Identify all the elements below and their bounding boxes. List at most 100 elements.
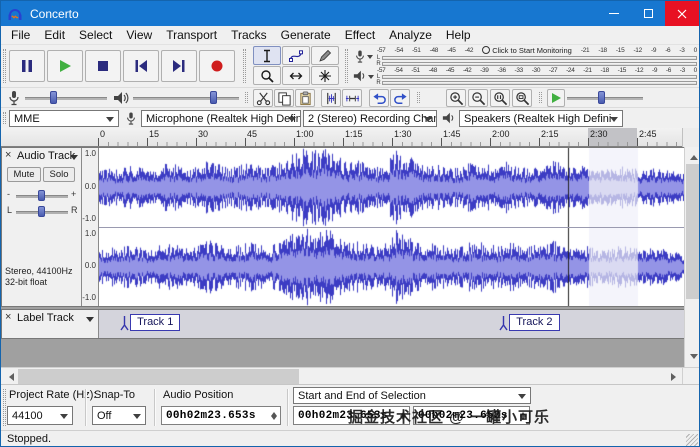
selection-tool-button[interactable] [253,46,281,65]
timeline-ruler[interactable]: 0 15 30 45 1:00 1:15 1:30 1:45 2:00 2:15 2:30 2:45 [1,128,699,147]
undo-button[interactable] [369,89,389,107]
label-track-menu-arrow-icon[interactable] [86,317,94,326]
recording-volume-thumb[interactable] [50,91,57,104]
audio-track-menu-arrow-icon[interactable] [70,155,78,164]
waveform-channel-2[interactable] [99,228,685,306]
audio-host-select[interactable]: MME [9,110,119,127]
play-button[interactable] [47,50,83,82]
title-bar[interactable]: Concerto [1,1,699,26]
toolbar-grip[interactable] [417,92,420,103]
scroll-up-button[interactable] [685,147,699,164]
label-flag[interactable]: Track 2 [499,314,560,336]
meter-menu-arrow-icon[interactable] [367,74,374,82]
menu-item-effect[interactable]: Effect [338,27,382,43]
recording-channels-select[interactable]: 2 (Stereo) Recording Channels [303,110,437,127]
playback-meter-speaker-icon [353,70,364,82]
copy-button[interactable] [274,89,294,107]
time-shift-tool-button[interactable] [282,66,310,85]
fit-selection-button[interactable] [490,89,510,107]
gain-slider-thumb[interactable] [38,190,45,201]
menu-item-file[interactable]: File [4,27,37,43]
label-track-main[interactable]: Track 1 Track 2 [99,310,685,338]
play-speed-thumb[interactable] [598,91,605,104]
minimize-button[interactable] [597,1,631,26]
pause-button[interactable] [9,50,45,82]
trim-outside-selection-button[interactable] [321,89,341,107]
playback-meter[interactable]: -57 -54 -51 -48 -45 -42 -39 -36 -33 -30 -27 -24 -21-… [351,66,699,86]
recording-volume-slider[interactable] [25,97,107,100]
maximize-button[interactable] [631,1,665,26]
skip-to-end-button[interactable] [161,50,197,82]
label-track-control-panel: × Label Track [2,310,99,338]
zoom-in-button[interactable] [446,89,466,107]
zoom-out-button[interactable] [468,89,488,107]
solo-button[interactable]: Solo [43,167,75,182]
record-meter-mic-icon [355,50,364,63]
audio-track-close-button[interactable]: × [5,149,11,161]
draw-tool-button[interactable] [311,46,339,65]
playback-volume-thumb[interactable] [210,91,217,104]
label-track-title[interactable]: Label Track [17,312,74,324]
toolbar-grip[interactable] [3,112,6,124]
menu-item-view[interactable]: View [119,27,159,43]
vertical-scale-channel-1[interactable]: 1.0 0.0 -1.0 [82,148,99,227]
zoom-tool-button[interactable] [253,66,281,85]
menu-item-edit[interactable]: Edit [37,27,72,43]
play-at-speed-button[interactable] [547,89,565,107]
waveform-channel-1[interactable] [99,148,685,227]
paste-button[interactable] [295,89,315,107]
selection-mode-select[interactable]: Start and End of Selection [293,387,531,404]
stop-button[interactable] [85,50,121,82]
play-speed-slider[interactable] [567,97,643,100]
menu-item-select[interactable]: Select [72,27,119,43]
toolbar-grip[interactable] [3,49,6,83]
label-track-close-button[interactable]: × [5,311,11,323]
menu-item-tracks[interactable]: Tracks [224,27,274,43]
silence-selection-button[interactable] [342,89,362,107]
menu-item-transport[interactable]: Transport [159,27,224,43]
toolbar-grip[interactable] [245,92,248,103]
scroll-left-button[interactable] [1,368,18,385]
toolbar-grip[interactable] [3,389,6,426]
record-button[interactable] [199,50,235,82]
label-text[interactable]: Track 2 [509,314,560,331]
audio-position-field[interactable]: 00h02m23.653s [161,406,281,425]
pan-slider-thumb[interactable] [38,206,45,217]
toolbar-grip[interactable] [539,92,542,103]
menu-item-help[interactable]: Help [439,27,478,43]
scroll-down-button[interactable] [685,350,699,367]
close-button[interactable] [665,1,699,26]
redo-button[interactable] [390,89,410,107]
recording-meter[interactable]: -57 -54 -51 -48 -45 -42 Click to Start Monitor… [351,46,699,67]
copy-icon [277,91,291,106]
recording-device-select[interactable]: Microphone (Realtek High Defini [141,110,301,127]
vertical-scrollbar[interactable] [684,147,699,367]
snap-to-select[interactable]: Off [92,406,146,425]
menu-item-generate[interactable]: Generate [274,27,338,43]
label-text[interactable]: Track 1 [130,314,181,331]
timeline-tick: 2:15 [539,129,559,146]
meter-menu-arrow-icon[interactable] [366,54,373,62]
horizontal-scrollbar[interactable] [1,367,699,385]
vertical-scroll-thumb[interactable] [686,164,699,299]
playback-volume-slider[interactable] [133,97,239,100]
skip-to-start-button[interactable] [123,50,159,82]
resize-grip[interactable] [686,434,698,446]
mute-button[interactable]: Mute [7,167,41,182]
playback-device-select[interactable]: Speakers (Realtek High Defini [459,110,623,127]
project-rate-select[interactable]: 44100 [7,406,73,425]
label-flag[interactable]: Track 1 [120,314,181,336]
vertical-scale-channel-2[interactable]: 1.0 0.0 -1.0 [82,227,99,306]
multi-tool-button[interactable] [311,66,339,85]
fit-project-button[interactable] [512,89,532,107]
time-spinner[interactable] [269,409,279,422]
status-bar: Stopped. [1,430,699,446]
toolbar-grip[interactable] [345,49,348,83]
cut-button[interactable] [253,89,273,107]
menu-item-analyze[interactable]: Analyze [382,27,439,43]
horizontal-scroll-thumb[interactable] [18,369,299,384]
timeline-tick: 2:30 [588,129,608,146]
toolbar-grip[interactable] [243,49,246,83]
audio-track-title[interactable]: Audio Track [17,150,75,162]
envelope-tool-button[interactable] [282,46,310,65]
